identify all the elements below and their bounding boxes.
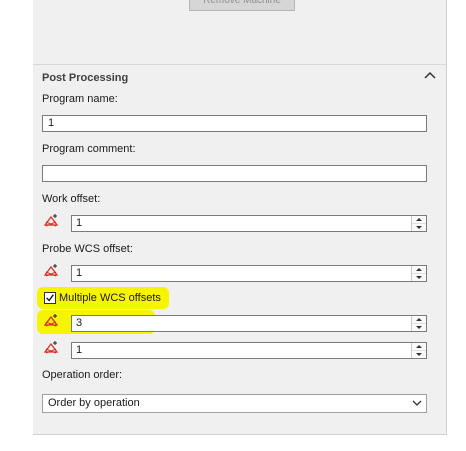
operation-order-value: Order by operation — [48, 397, 140, 409]
program-name-label: Program name: — [42, 93, 118, 105]
multiple-wcs-checkbox[interactable] — [44, 292, 56, 304]
multiple-wcs-count-value: 3 — [76, 317, 83, 329]
remove-machine-button[interactable]: Remove Machine — [189, 0, 295, 11]
probe-wcs-offset-value: 1 — [76, 267, 83, 279]
spin-up-icon[interactable] — [412, 216, 426, 224]
work-offset-value: 1 — [76, 217, 83, 229]
chevron-down-icon — [412, 400, 422, 406]
work-offset-spin-buttons — [411, 216, 426, 231]
spin-down-icon[interactable] — [412, 224, 426, 231]
operation-order-label: Operation order: — [42, 369, 123, 381]
wcs-axes-icon — [43, 314, 59, 327]
wcs-count-spin-buttons — [411, 316, 426, 331]
program-comment-input[interactable] — [42, 165, 427, 182]
probe-wcs-spin-buttons — [411, 266, 426, 281]
spin-down-icon[interactable] — [412, 324, 426, 331]
chevron-up-icon[interactable] — [423, 68, 437, 82]
probe-wcs-offset-stepper[interactable]: 1 — [71, 265, 427, 282]
multiple-wcs-count-stepper[interactable]: 3 — [71, 315, 427, 332]
program-name-input[interactable]: 1 — [42, 115, 427, 132]
wcs-increment-spin-buttons — [411, 343, 426, 358]
section-divider — [33, 64, 446, 65]
work-offset-stepper[interactable]: 1 — [71, 215, 427, 232]
wcs-axes-icon — [43, 214, 59, 227]
spin-up-icon[interactable] — [412, 316, 426, 324]
multiple-wcs-increment-stepper[interactable]: 1 — [71, 342, 427, 359]
probe-wcs-offset-label: Probe WCS offset: — [42, 243, 133, 255]
multiple-wcs-increment-value: 1 — [76, 344, 83, 356]
work-offset-label: Work offset: — [42, 193, 101, 205]
operation-order-select[interactable]: Order by operation — [42, 394, 427, 413]
wcs-axes-icon — [43, 264, 59, 277]
multiple-wcs-label[interactable]: Multiple WCS offsets — [59, 292, 161, 304]
checkmark-icon — [46, 294, 54, 302]
spin-up-icon[interactable] — [412, 343, 426, 351]
wcs-axes-icon — [43, 341, 59, 354]
spin-up-icon[interactable] — [412, 266, 426, 274]
spin-down-icon[interactable] — [412, 351, 426, 358]
properties-panel: Remove Machine Post Processing Program n… — [33, 0, 447, 435]
spin-down-icon[interactable] — [412, 274, 426, 281]
section-title: Post Processing — [42, 72, 129, 84]
program-comment-label: Program comment: — [42, 143, 136, 155]
